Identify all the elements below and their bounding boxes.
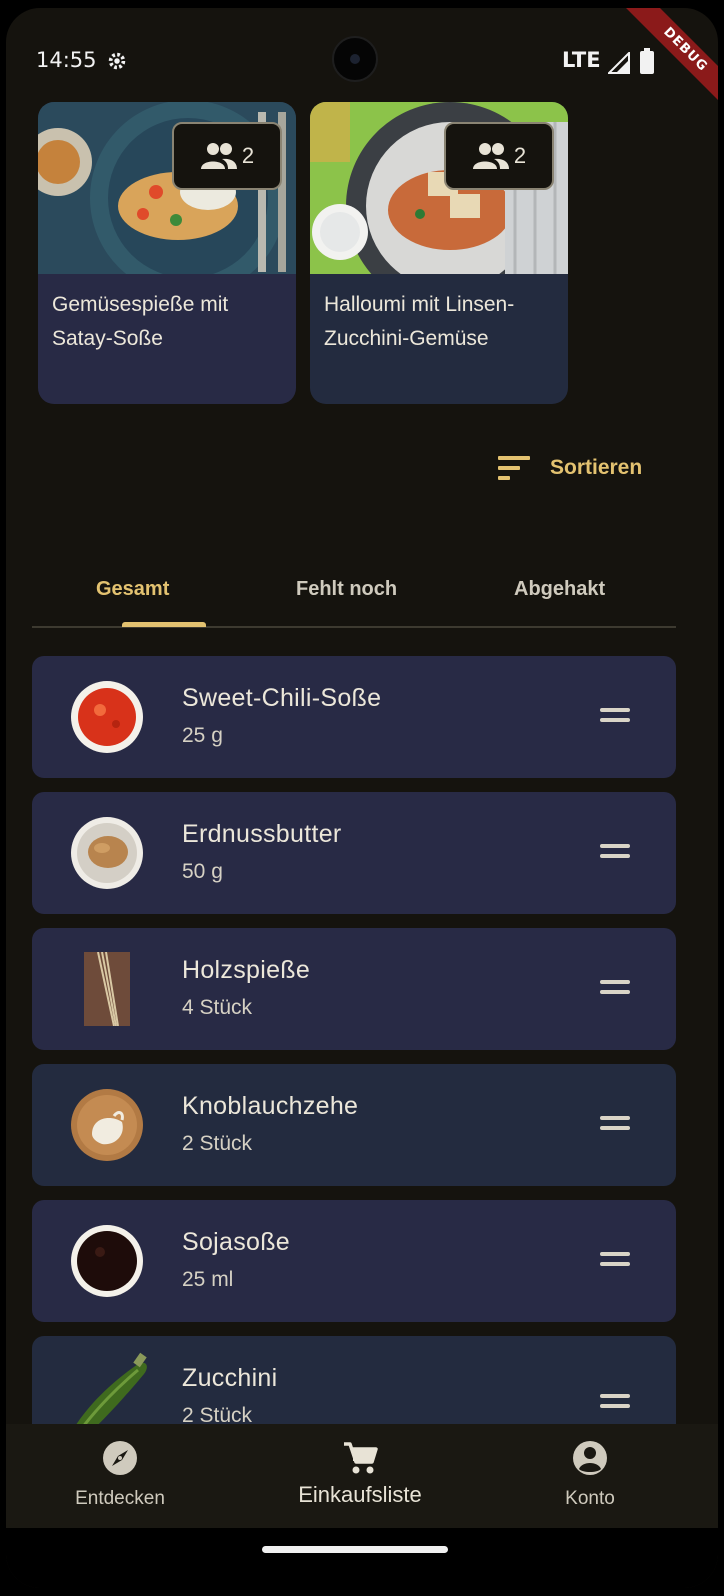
- ingredient-image: [84, 952, 130, 1026]
- ingredient-quantity: 4 Stück: [182, 996, 253, 1019]
- signal-icon: [608, 52, 630, 74]
- ingredient-row[interactable]: Erdnussbutter 50 g: [32, 792, 676, 914]
- recipe-image: 2: [38, 102, 296, 274]
- debug-banner: DEBUG: [616, 8, 718, 119]
- ingredient-row[interactable]: Holzspieße 4 Stück: [32, 928, 676, 1050]
- account-icon: [573, 1441, 607, 1475]
- tab-abgehakt[interactable]: Abgehakt: [514, 578, 605, 601]
- network-type: LTE: [562, 48, 601, 72]
- ingredient-name: Knoblauchzehe: [182, 1092, 359, 1120]
- drag-handle-icon[interactable]: [600, 708, 630, 722]
- drag-handle-icon[interactable]: [600, 1394, 630, 1408]
- servings-badge: 2: [444, 122, 554, 190]
- ingredient-quantity: 2 Stück: [182, 1404, 253, 1426]
- compass-icon: [103, 1441, 137, 1475]
- gesture-handle[interactable]: [262, 1546, 448, 1553]
- ingredient-name: Erdnussbutter: [182, 820, 342, 848]
- phone-frame: 14:55 LTE DEBUG 2 Gemüsespieße mit Satay…: [0, 0, 724, 1596]
- nav-item-einkaufsliste[interactable]: Einkaufsliste: [260, 1424, 460, 1528]
- sort-button[interactable]: Sortieren: [498, 454, 642, 482]
- status-bar: 14:55 LTE DEBUG: [6, 8, 718, 119]
- ingredient-row[interactable]: Knoblauchzehe 2 Stück: [32, 1064, 676, 1186]
- drag-handle-icon[interactable]: [600, 980, 630, 994]
- ingredient-image: [71, 681, 143, 753]
- people-icon: [472, 143, 509, 169]
- gear-icon: [108, 52, 126, 70]
- servings-badge: 2: [172, 122, 282, 190]
- sort-label: Sortieren: [550, 456, 643, 479]
- servings-count: 2: [241, 143, 255, 168]
- ingredient-list: Sweet-Chili-Soße 25 g Erdnussbutter 50 g: [32, 656, 676, 1426]
- app-screen: 14:55 LTE DEBUG 2 Gemüsespieße mit Satay…: [6, 8, 718, 1588]
- battery-icon: [640, 48, 654, 74]
- bottom-navigation: Entdecken Einkaufsliste Konto: [6, 1424, 718, 1528]
- ingredient-row[interactable]: Sojasoße 25 ml: [32, 1200, 676, 1322]
- ingredient-row[interactable]: Sweet-Chili-Soße 25 g: [32, 656, 676, 778]
- recipe-image: 2: [310, 102, 568, 274]
- ingredient-quantity: 25 g: [182, 724, 223, 747]
- status-time: 14:55: [36, 48, 97, 72]
- ingredient-quantity: 2 Stück: [182, 1132, 253, 1155]
- ingredient-image: [71, 817, 143, 889]
- recipe-title: Halloumi mit Linsen-Zucchini-Gemüse: [324, 293, 515, 350]
- ingredient-quantity: 25 ml: [182, 1268, 234, 1291]
- cart-icon: [344, 1442, 378, 1474]
- nav-label: Einkaufsliste: [298, 1482, 422, 1507]
- ingredient-image: [71, 1225, 143, 1297]
- ingredient-name: Sweet-Chili-Soße: [182, 684, 382, 712]
- ingredient-row[interactable]: Zucchini 2 Stück: [32, 1336, 676, 1426]
- recipe-card[interactable]: 2 Halloumi mit Linsen-Zucchini-Gemüse: [310, 102, 568, 404]
- nav-item-konto[interactable]: Konto: [490, 1424, 690, 1528]
- drag-handle-icon[interactable]: [600, 844, 630, 858]
- sort-icon: [498, 456, 530, 480]
- ingredient-name: Sojasoße: [182, 1228, 291, 1256]
- drag-handle-icon[interactable]: [600, 1116, 630, 1130]
- filter-tabs: Gesamt Fehlt noch Abgehakt: [32, 548, 676, 628]
- drag-handle-icon[interactable]: [600, 1252, 630, 1266]
- system-navigation-area: [6, 1528, 718, 1588]
- tab-fehlt-noch[interactable]: Fehlt noch: [296, 578, 397, 601]
- active-tab-indicator: [122, 622, 206, 627]
- nav-label: Entdecken: [75, 1488, 165, 1509]
- recipe-card[interactable]: 2 Gemüsespieße mit Satay-Soße: [38, 102, 296, 404]
- nav-item-entdecken[interactable]: Entdecken: [20, 1424, 220, 1528]
- tab-gesamt[interactable]: Gesamt: [96, 578, 169, 601]
- recipe-title: Gemüsespieße mit Satay-Soße: [52, 293, 229, 350]
- servings-count: 2: [513, 143, 527, 168]
- nav-label: Konto: [565, 1488, 615, 1509]
- ingredient-image: [75, 1352, 147, 1426]
- people-icon: [200, 143, 237, 169]
- ingredient-quantity: 50 g: [182, 860, 223, 883]
- ingredient-image: [71, 1089, 143, 1161]
- ingredient-name: Zucchini: [182, 1364, 278, 1392]
- front-camera: [332, 36, 378, 82]
- ingredient-name: Holzspieße: [182, 956, 311, 984]
